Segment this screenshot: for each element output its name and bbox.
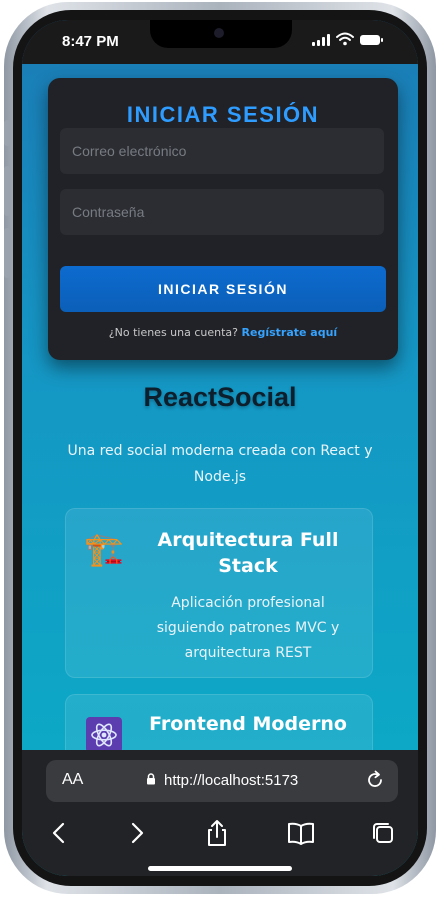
reload-icon[interactable]: [364, 769, 386, 791]
home-indicator: [148, 866, 292, 871]
url-text: http://localhost:5173: [164, 772, 299, 789]
volume-down-button: [4, 228, 10, 278]
back-icon[interactable]: [44, 818, 74, 848]
tabs-icon[interactable]: [368, 818, 398, 848]
notch: [150, 20, 292, 48]
status-bar: 8:47 PM: [22, 20, 418, 64]
login-button[interactable]: INICIAR SESIÓN: [60, 266, 386, 312]
signal-icon: [312, 34, 332, 46]
feature-title: Frontend Moderno: [149, 713, 347, 735]
feature-description: Aplicación profesional siguiendo patrone…: [156, 595, 340, 661]
volume-up-button: [4, 166, 10, 216]
login-card: INICIAR SESIÓN INICIAR SESIÓN ¿No tienes…: [48, 78, 398, 360]
no-account-text: ¿No tienes una cuenta?: [108, 326, 239, 339]
bookmarks-icon[interactable]: [286, 818, 316, 848]
lock-icon: [147, 773, 155, 785]
feature-title: Arquitectura Full Stack: [157, 529, 339, 577]
brand-tagline: Una red social moderna creada con React …: [67, 443, 373, 485]
camera-icon: [214, 28, 224, 38]
browser-toolbar: AA http://localhost:5173: [22, 750, 418, 876]
wifi-icon: [336, 32, 354, 46]
status-time: 8:47 PM: [62, 33, 119, 50]
share-icon[interactable]: [202, 818, 232, 848]
text-size-button[interactable]: AA: [62, 771, 83, 789]
mute-switch: [4, 120, 10, 146]
forward-icon[interactable]: [122, 818, 152, 848]
screen: 8:47 PM INICIAR SESIÓN INICIAR SESIÓN ¿N…: [22, 20, 418, 876]
register-link[interactable]: Regístrate aquí: [242, 326, 338, 339]
password-field[interactable]: [60, 189, 384, 235]
brand-title: ReactSocial: [143, 382, 297, 412]
register-prompt: ¿No tienes una cuenta? Regístrate aquí: [48, 326, 398, 339]
construction-crane-icon: 🏗️: [84, 530, 124, 568]
react-atom-icon: [86, 717, 122, 753]
address-bar[interactable]: AA http://localhost:5173: [46, 760, 398, 802]
email-field[interactable]: [60, 128, 384, 174]
battery-icon: [360, 35, 383, 45]
login-title: INICIAR SESIÓN: [126, 102, 320, 127]
feature-card-full-stack: 🏗️ Arquitectura Full Stack Aplicación pr…: [65, 508, 373, 678]
